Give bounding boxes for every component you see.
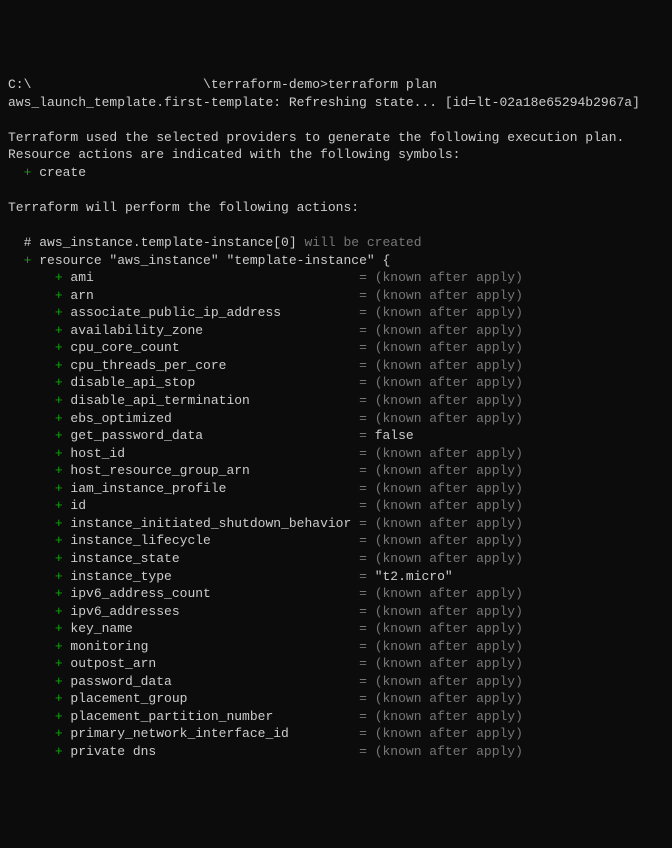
attr-row: + private dns = (known after apply) xyxy=(8,743,664,761)
resource-comment: # aws_instance.template-instance[0] will… xyxy=(8,234,664,252)
intro-line: Resource actions are indicated with the … xyxy=(8,146,664,164)
attr-row: + disable_api_stop = (known after apply) xyxy=(8,374,664,392)
attr-row: + host_id = (known after apply) xyxy=(8,445,664,463)
attr-row: + key_name = (known after apply) xyxy=(8,620,664,638)
attr-row: + ipv6_address_count = (known after appl… xyxy=(8,585,664,603)
attr-row: + outpost_arn = (known after apply) xyxy=(8,655,664,673)
attr-row: + disable_api_termination = (known after… xyxy=(8,392,664,410)
attr-row: + ami = (known after apply) xyxy=(8,269,664,287)
attr-row: + placement_partition_number = (known af… xyxy=(8,708,664,726)
attr-row: + associate_public_ip_address = (known a… xyxy=(8,304,664,322)
attr-row: + iam_instance_profile = (known after ap… xyxy=(8,480,664,498)
intro-line: Terraform used the selected providers to… xyxy=(8,129,664,147)
attr-row: + id = (known after apply) xyxy=(8,497,664,515)
attr-row: + host_resource_group_arn = (known after… xyxy=(8,462,664,480)
refresh-line: aws_launch_template.first-template: Refr… xyxy=(8,94,664,112)
attr-row: + monitoring = (known after apply) xyxy=(8,638,664,656)
attr-row: + instance_type = "t2.micro" xyxy=(8,568,664,586)
attr-row: + instance_initiated_shutdown_behavior =… xyxy=(8,515,664,533)
command-line: C:\ \terraform-demo>terraform plan xyxy=(8,76,664,94)
will-perform: Terraform will perform the following act… xyxy=(8,199,664,217)
attr-row: + cpu_threads_per_core = (known after ap… xyxy=(8,357,664,375)
attr-row: + availability_zone = (known after apply… xyxy=(8,322,664,340)
terminal-output: C:\ \terraform-demo>terraform planaws_la… xyxy=(8,76,664,760)
attr-row: + arn = (known after apply) xyxy=(8,287,664,305)
attr-row: + get_password_data = false xyxy=(8,427,664,445)
symbol-create: + create xyxy=(8,164,664,182)
attr-row: + ipv6_addresses = (known after apply) xyxy=(8,603,664,621)
attr-row: + instance_lifecycle = (known after appl… xyxy=(8,532,664,550)
attr-row: + cpu_core_count = (known after apply) xyxy=(8,339,664,357)
attr-row: + instance_state = (known after apply) xyxy=(8,550,664,568)
attr-row: + password_data = (known after apply) xyxy=(8,673,664,691)
attr-row: + ebs_optimized = (known after apply) xyxy=(8,410,664,428)
attr-row: + placement_group = (known after apply) xyxy=(8,690,664,708)
resource-open: + resource "aws_instance" "template-inst… xyxy=(8,252,664,270)
attr-row: + primary_network_interface_id = (known … xyxy=(8,725,664,743)
